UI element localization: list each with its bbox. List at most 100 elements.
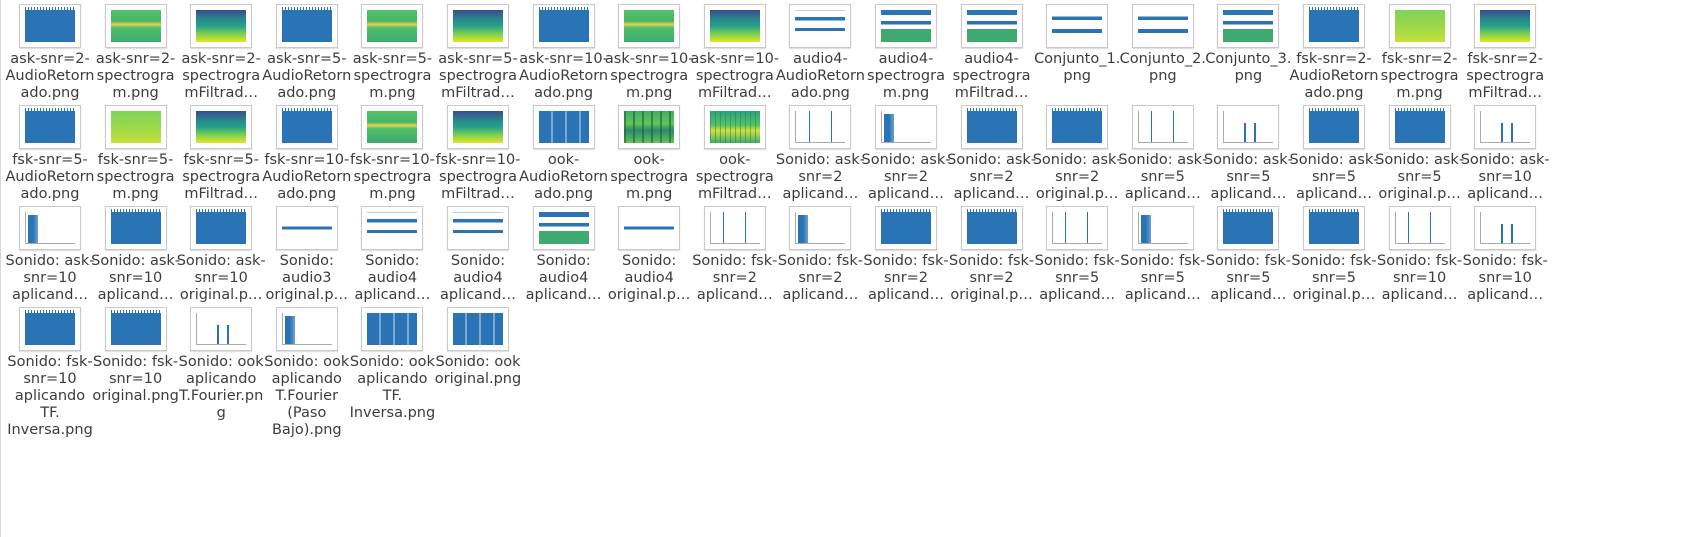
file-thumbnail[interactable]: [875, 105, 937, 149]
file-item[interactable]: fsk-snr=10-spectrogramFiltrad…: [433, 105, 523, 203]
file-item[interactable]: ook-spectrogramFiltrad…: [690, 105, 780, 203]
file-item[interactable]: Sonido: fsk-snr=10 aplicand…: [1375, 206, 1465, 304]
file-thumbnail[interactable]: [190, 206, 253, 250]
file-thumbnail[interactable]: [875, 4, 937, 48]
file-name-label[interactable]: Sonido: ask-snr=10 aplicand…: [90, 253, 182, 304]
file-thumbnail[interactable]: [618, 206, 681, 250]
file-name-label[interactable]: Conjunto_3.png: [1202, 51, 1294, 85]
file-item[interactable]: Sonido: ask-snr=10 aplicand…: [1460, 105, 1550, 203]
file-item[interactable]: Sonido: audio3 original.p…: [262, 206, 352, 304]
file-item[interactable]: Sonido: fsk-snr=5 aplicand…: [1032, 206, 1122, 304]
file-item[interactable]: Sonido: ask-snr=10 aplicand…: [91, 206, 181, 304]
file-item[interactable]: Sonido: fsk-snr=10 aplicando TF. Inversa…: [5, 307, 95, 439]
file-item[interactable]: Sonido: ook original.png: [433, 307, 523, 388]
file-item[interactable]: ask-snr=5-spectrogramFiltrad…: [433, 4, 523, 102]
file-item[interactable]: Sonido: fsk-snr=2 original.p…: [947, 206, 1037, 304]
file-name-label[interactable]: Sonido: audio4 aplicand…: [432, 253, 524, 304]
file-name-label[interactable]: Conjunto_2.png: [1117, 51, 1209, 85]
file-thumbnail[interactable]: [789, 4, 852, 48]
file-thumbnail[interactable]: [19, 4, 81, 48]
file-item[interactable]: Conjunto_1.png: [1032, 4, 1122, 85]
file-name-label[interactable]: ask-snr=2-spectrogramFiltrad…: [175, 51, 267, 102]
file-item[interactable]: ask-snr=10-spectrogram.png: [604, 4, 694, 102]
file-name-label[interactable]: Sonido: fsk-snr=10 original.png: [90, 354, 182, 405]
file-item[interactable]: ask-snr=2-spectrogramFiltrad…: [176, 4, 266, 102]
file-item[interactable]: Sonido: audio4 aplicand…: [347, 206, 437, 304]
file-item[interactable]: Sonido: ask-snr=5 original.p…: [1375, 105, 1465, 203]
file-name-label[interactable]: Sonido: ask-snr=2 aplicand…: [774, 152, 866, 203]
file-thumbnail[interactable]: [1046, 105, 1109, 149]
file-thumbnail[interactable]: [447, 4, 509, 48]
file-item[interactable]: Sonido: audio4 aplicand…: [433, 206, 523, 304]
file-thumbnail[interactable]: [361, 4, 424, 48]
file-item[interactable]: Sonido: fsk-snr=2 aplicand…: [861, 206, 951, 304]
file-item[interactable]: Sonido: fsk-snr=5 aplicand…: [1118, 206, 1208, 304]
file-name-label[interactable]: ask-snr=2-spectrogram.png: [90, 51, 182, 102]
file-item[interactable]: Conjunto_3.png: [1203, 4, 1293, 85]
file-thumbnail[interactable]: [104, 307, 167, 351]
file-name-label[interactable]: Sonido: ask-snr=5 aplicand…: [1117, 152, 1209, 203]
file-name-label[interactable]: Sonido: ook aplicando T.Fourier.png: [175, 354, 267, 422]
file-thumbnail[interactable]: [1217, 206, 1280, 250]
file-name-label[interactable]: ask-snr=10-spectrogramFiltrad…: [689, 51, 781, 102]
file-item[interactable]: Sonido: ask-snr=2 aplicand…: [775, 105, 865, 203]
file-item[interactable]: Sonido: ask-snr=5 aplicand…: [1118, 105, 1208, 203]
file-name-label[interactable]: Conjunto_1.png: [1031, 51, 1123, 85]
file-thumbnail[interactable]: [190, 105, 253, 149]
file-name-label[interactable]: fsk-snr=10-spectrogramFiltrad…: [432, 152, 524, 203]
file-item[interactable]: fsk-snr=5-AudioRetornado.png: [5, 105, 95, 203]
file-thumbnail[interactable]: [532, 4, 595, 48]
file-item[interactable]: fsk-snr=5-spectrogramFiltrad…: [176, 105, 266, 203]
file-item[interactable]: ask-snr=10-spectrogramFiltrad…: [690, 4, 780, 102]
file-thumbnail[interactable]: [447, 206, 509, 250]
file-thumbnail[interactable]: [1131, 105, 1194, 149]
file-name-label[interactable]: Sonido: audio3 original.p…: [261, 253, 353, 304]
file-name-label[interactable]: Sonido: fsk-snr=2 aplicand…: [860, 253, 952, 304]
file-item[interactable]: Sonido: fsk-snr=10 aplicand…: [1460, 206, 1550, 304]
file-name-label[interactable]: Sonido: ook aplicando TF. Inversa.png: [346, 354, 438, 422]
file-name-label[interactable]: Sonido: ask-snr=2 original.p…: [1031, 152, 1123, 203]
file-thumbnail[interactable]: [1217, 4, 1280, 48]
file-thumbnail[interactable]: [361, 105, 424, 149]
file-item[interactable]: Sonido: ask-snr=5 aplicand…: [1203, 105, 1293, 203]
file-thumbnail[interactable]: [789, 206, 852, 250]
file-item[interactable]: Sonido: audio4 aplicand…: [519, 206, 609, 304]
file-item[interactable]: Sonido: ook aplicando TF. Inversa.png: [347, 307, 437, 422]
file-item[interactable]: Sonido: ask-snr=2 aplicand…: [861, 105, 951, 203]
file-item[interactable]: Conjunto_2.png: [1118, 4, 1208, 85]
file-item[interactable]: fsk-snr=10-AudioRetornado.png: [262, 105, 352, 203]
file-name-label[interactable]: Sonido: fsk-snr=5 aplicand…: [1117, 253, 1209, 304]
file-thumbnail[interactable]: [1046, 4, 1109, 48]
file-item[interactable]: Sonido: ask-snr=2 aplicand…: [947, 105, 1037, 203]
file-item[interactable]: Sonido: fsk-snr=10 original.png: [91, 307, 181, 405]
file-name-label[interactable]: Sonido: ask-snr=10 original.p…: [175, 253, 267, 304]
file-name-label[interactable]: Sonido: audio4 original.p…: [603, 253, 695, 304]
file-item[interactable]: ask-snr=2-spectrogram.png: [91, 4, 181, 102]
file-thumbnail[interactable]: [19, 307, 81, 351]
file-name-label[interactable]: ook-AudioRetornado.png: [518, 152, 610, 203]
file-thumbnail[interactable]: [875, 206, 937, 250]
file-name-label[interactable]: fsk-snr=2-spectrogram.png: [1374, 51, 1466, 102]
file-item[interactable]: ask-snr=5-AudioRetornado.png: [262, 4, 352, 102]
file-thumbnail[interactable]: [19, 105, 81, 149]
file-name-label[interactable]: Sonido: fsk-snr=2 aplicand…: [689, 253, 781, 304]
file-thumbnail[interactable]: [1303, 105, 1365, 149]
file-thumbnail[interactable]: [19, 206, 81, 250]
file-item[interactable]: audio4-spectrogramFiltrad…: [947, 4, 1037, 102]
file-name-label[interactable]: ook-spectrogramFiltrad…: [689, 152, 781, 203]
file-item[interactable]: audio4-spectrogram.png: [861, 4, 951, 102]
file-item[interactable]: Sonido: ook aplicando T.Fourier.png: [176, 307, 266, 422]
file-name-label[interactable]: ook-spectrogram.png: [603, 152, 695, 203]
file-name-label[interactable]: Sonido: fsk-snr=10 aplicand…: [1374, 253, 1466, 304]
file-thumbnail[interactable]: [1046, 206, 1109, 250]
file-name-label[interactable]: Sonido: ask-snr=5 original.p…: [1374, 152, 1466, 203]
file-item[interactable]: Sonido: audio4 original.p…: [604, 206, 694, 304]
file-thumbnail[interactable]: [1474, 206, 1537, 250]
file-name-label[interactable]: fsk-snr=2-AudioRetornado.png: [1288, 51, 1380, 102]
file-thumbnail[interactable]: [703, 206, 766, 250]
file-thumbnail[interactable]: [1131, 4, 1194, 48]
file-item[interactable]: ask-snr=5-spectrogram.png: [347, 4, 437, 102]
file-item[interactable]: Sonido: ask-snr=5 aplicand…: [1289, 105, 1379, 203]
file-item[interactable]: Sonido: fsk-snr=2 aplicand…: [690, 206, 780, 304]
file-name-label[interactable]: Sonido: ask-snr=10 aplicand…: [1459, 152, 1551, 203]
